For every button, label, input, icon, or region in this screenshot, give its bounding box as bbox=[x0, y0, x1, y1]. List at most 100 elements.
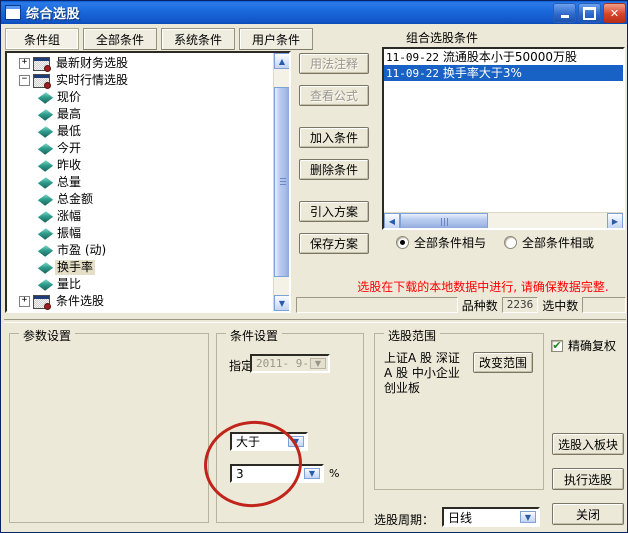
scroll-thumb[interactable] bbox=[400, 213, 488, 228]
chevron-down-icon[interactable]: ▼ bbox=[310, 358, 326, 369]
exact-adjustment-checkbox-row[interactable]: ✔ 精确复权 bbox=[551, 337, 616, 354]
window-icon bbox=[5, 5, 21, 20]
import-scheme-button[interactable]: 引入方案 bbox=[299, 201, 369, 222]
maximize-button[interactable] bbox=[578, 3, 601, 23]
diamond-icon bbox=[37, 91, 54, 104]
list-item-text: 流通股本小于50000万股 bbox=[442, 50, 577, 64]
diamond-icon bbox=[37, 108, 54, 121]
tree-item-total-amount[interactable]: 总金额 bbox=[7, 191, 273, 208]
combined-condition-list[interactable]: 11-09-22 流通股本小于50000万股 11-09-22 换手率大于3% … bbox=[382, 47, 625, 230]
scroll-left-icon[interactable]: ◀ bbox=[384, 213, 400, 228]
tree-node-label: 条件选股 bbox=[56, 294, 105, 308]
stock-scope-panel: 选股范围 上证A 股 深证A 股 中小企业创业板 改变范围 bbox=[374, 327, 544, 490]
tree-item-amplitude[interactable]: 振幅 bbox=[7, 225, 273, 242]
expander-icon[interactable]: + bbox=[19, 296, 30, 307]
tree-node-folder[interactable]: + K线选股 bbox=[7, 310, 273, 311]
tab-system-conditions[interactable]: 系统条件 bbox=[161, 28, 235, 50]
checkbox-icon[interactable]: ✔ bbox=[551, 339, 563, 352]
close-dialog-button[interactable]: 关闭 bbox=[552, 503, 624, 525]
list-horizontal-scrollbar[interactable]: ◀ ▶ bbox=[384, 212, 623, 228]
tree-node-label: 昨收 bbox=[57, 158, 82, 172]
tree-node-label: 最新财务选股 bbox=[56, 56, 129, 70]
window-controls: ✕ bbox=[553, 3, 626, 23]
tree-node-label: 最高 bbox=[57, 107, 82, 121]
diamond-icon bbox=[37, 142, 54, 155]
list-item-date: 11-09-22 bbox=[386, 67, 439, 80]
minimize-button[interactable] bbox=[553, 3, 576, 23]
selected-count-value bbox=[582, 297, 626, 313]
parameter-settings-panel: 参数设置 bbox=[9, 327, 209, 523]
expander-icon[interactable]: − bbox=[19, 75, 30, 86]
change-scope-button[interactable]: 改变范围 bbox=[473, 352, 533, 373]
tree-node-label: 现价 bbox=[57, 90, 82, 104]
tree-item-turnover-rate[interactable]: 换手率 bbox=[7, 259, 273, 276]
view-formula-button[interactable]: 查看公式 bbox=[299, 85, 369, 106]
scroll-grip-icon bbox=[280, 178, 286, 186]
period-label: 选股周期： bbox=[374, 513, 435, 527]
radio-label: 全部条件相或 bbox=[522, 236, 595, 250]
scroll-grip-icon bbox=[441, 218, 448, 226]
tab-all-conditions[interactable]: 全部条件 bbox=[83, 28, 157, 50]
selected-count-label: 选中数 bbox=[542, 298, 579, 313]
tree-item-pe-dynamic[interactable]: 市盈 (动) bbox=[7, 242, 273, 259]
tab-user-conditions[interactable]: 用户条件 bbox=[239, 28, 313, 50]
radio-label: 全部条件相与 bbox=[414, 236, 487, 250]
condition-list-title: 组合选股条件 bbox=[406, 31, 479, 45]
diamond-icon bbox=[37, 261, 54, 274]
chevron-down-icon[interactable]: ▼ bbox=[520, 511, 536, 523]
scroll-up-icon[interactable]: ▲ bbox=[274, 53, 289, 69]
tab-condition-group[interactable]: 条件组 bbox=[5, 28, 79, 50]
chevron-down-icon[interactable]: ▼ bbox=[288, 436, 304, 447]
add-to-sector-button[interactable]: 选股入板块 bbox=[552, 433, 624, 455]
save-scheme-button[interactable]: 保存方案 bbox=[299, 233, 369, 254]
list-item[interactable]: 11-09-22 换手率大于3% bbox=[384, 65, 623, 81]
diamond-icon bbox=[37, 278, 54, 291]
tree-item-prev-close[interactable]: 昨收 bbox=[7, 157, 273, 174]
radio-icon bbox=[396, 236, 409, 249]
expander-icon[interactable]: + bbox=[19, 58, 30, 69]
close-button[interactable]: ✕ bbox=[603, 3, 626, 23]
list-item-date: 11-09-22 bbox=[386, 51, 439, 64]
operator-combobox[interactable]: 大于 ▼ bbox=[230, 432, 308, 451]
tree-node-folder[interactable]: − 实时行情选股 bbox=[7, 72, 273, 89]
threshold-combobox[interactable]: 3 ▼ bbox=[230, 464, 324, 483]
tree-node-label: 市盈 (动) bbox=[57, 243, 107, 257]
folder-icon bbox=[33, 73, 51, 89]
diamond-icon bbox=[37, 244, 54, 257]
tree-item-total-volume[interactable]: 总量 bbox=[7, 174, 273, 191]
folder-icon bbox=[33, 294, 51, 310]
tree-vertical-scrollbar[interactable]: ▲ ▼ bbox=[273, 53, 289, 311]
condition-settings-panel: 条件设置 指定日期: 2011- 9-22 ▼ 大于 ▼ 3 ▼ % bbox=[216, 327, 364, 523]
condition-tree[interactable]: + 最新财务选股 − 实时行情选股 现价 最高 最低 今开 昨收 总量 总金额 … bbox=[7, 55, 273, 311]
tree-item-change-pct[interactable]: 涨幅 bbox=[7, 208, 273, 225]
tree-node-folder[interactable]: + 条件选股 bbox=[7, 293, 273, 310]
specify-date-field[interactable]: 2011- 9-22 ▼ bbox=[250, 354, 330, 373]
tree-item-volume-ratio[interactable]: 量比 bbox=[7, 276, 273, 293]
scroll-right-icon[interactable]: ▶ bbox=[607, 213, 623, 228]
usage-notes-button[interactable]: 用法注释 bbox=[299, 53, 369, 74]
tree-node-folder[interactable]: + 最新财务选股 bbox=[7, 55, 273, 72]
tree-node-label: 换手率 bbox=[55, 260, 96, 275]
chevron-down-icon[interactable]: ▼ bbox=[304, 468, 320, 479]
scope-text: 上证A 股 深证A 股 中小企业创业板 bbox=[384, 351, 460, 395]
unit-label: % bbox=[329, 467, 340, 480]
scroll-down-icon[interactable]: ▼ bbox=[274, 295, 289, 311]
radio-all-conditions-or[interactable]: 全部条件相或 bbox=[504, 234, 594, 251]
tree-item-low[interactable]: 最低 bbox=[7, 123, 273, 140]
delete-condition-button[interactable]: 删除条件 bbox=[299, 159, 369, 180]
tree-item-high[interactable]: 最高 bbox=[7, 106, 273, 123]
diamond-icon bbox=[37, 159, 54, 172]
execute-screening-button[interactable]: 执行选股 bbox=[552, 468, 624, 490]
stock-scope-caption: 选股范围 bbox=[384, 327, 441, 344]
window-title: 综合选股 bbox=[26, 7, 81, 22]
add-condition-button[interactable]: 加入条件 bbox=[299, 127, 369, 148]
parameter-settings-caption: 参数设置 bbox=[19, 327, 76, 344]
scroll-thumb[interactable] bbox=[274, 87, 289, 277]
list-item[interactable]: 11-09-22 流通股本小于50000万股 bbox=[384, 49, 623, 65]
condition-settings-caption: 条件设置 bbox=[226, 327, 283, 344]
threshold-value: 3 bbox=[236, 466, 244, 481]
radio-all-conditions-and[interactable]: 全部条件相与 bbox=[396, 234, 486, 251]
tree-item-current-price[interactable]: 现价 bbox=[7, 89, 273, 106]
period-combobox[interactable]: 日线 ▼ bbox=[442, 507, 540, 527]
tree-item-open[interactable]: 今开 bbox=[7, 140, 273, 157]
